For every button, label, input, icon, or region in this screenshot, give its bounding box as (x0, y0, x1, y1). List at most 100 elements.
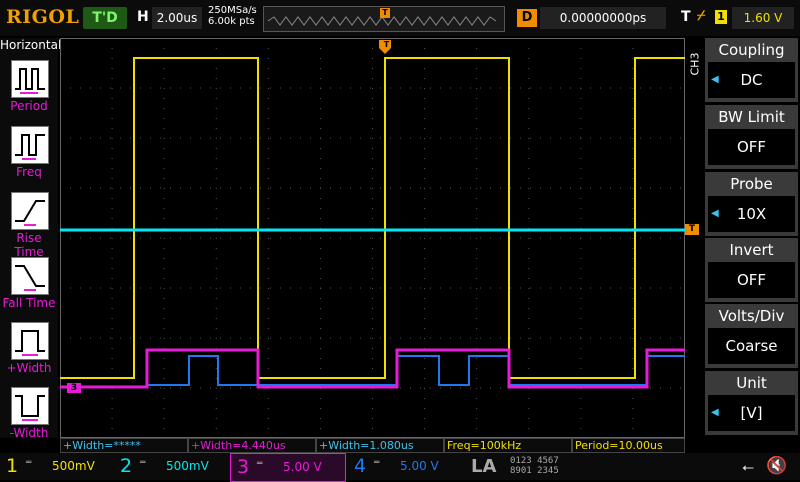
grid-dot (476, 408, 478, 409)
ch3-ground-marker[interactable]: 3 (67, 383, 81, 393)
left-arrow-icon: ◀ (711, 74, 719, 85)
grid-dot (580, 208, 582, 209)
grid-dot (372, 298, 373, 299)
trigger-level-marker[interactable]: T (685, 224, 699, 235)
measurement-result[interactable]: +Width=4.440us (188, 438, 316, 453)
grid-dot (440, 187, 441, 189)
measure-frequency-button[interactable]: Freq (0, 122, 58, 184)
trigger-source-badge[interactable]: 1 (715, 10, 727, 24)
grid-dot (380, 137, 381, 139)
invert-menu-item[interactable]: Invert OFF (705, 238, 798, 302)
measurement-result[interactable]: +Width=1.080us (316, 438, 444, 453)
grid-dot (372, 278, 373, 279)
grid-dot (372, 338, 373, 339)
grid-dot (215, 138, 217, 139)
grid-dot (280, 87, 281, 89)
grid-dot (580, 187, 581, 189)
grid-dot (300, 337, 301, 339)
frequency-label: Freq (16, 165, 42, 179)
grid-dot (267, 428, 269, 429)
grid-dot (450, 287, 451, 289)
measure-negative-width-button[interactable]: -Width (0, 383, 58, 445)
probe-menu-item[interactable]: Probe 10X ◀ (705, 172, 798, 236)
run-state-badge[interactable]: T'D (83, 7, 127, 29)
grid-dot (490, 137, 491, 139)
grid-dot (610, 287, 611, 289)
grid-dot (424, 118, 426, 119)
coupling-menu-item[interactable]: Coupling DC ◀ (705, 38, 798, 102)
measurement-result[interactable]: Period=10.00us (572, 438, 685, 453)
measure-positive-width-button[interactable]: +Width (0, 318, 58, 380)
grid-dot (632, 338, 634, 339)
grid-dot (476, 118, 478, 119)
grid-dot (680, 137, 681, 139)
delay-value[interactable]: 0.00000000ps (540, 7, 666, 29)
grid-dot (590, 237, 591, 239)
grid-dot (280, 137, 281, 139)
trigger-level-value[interactable]: 1.60 V (732, 7, 794, 29)
grid-dot (424, 198, 426, 199)
ch2-number: 2 (120, 455, 133, 477)
ch1-status[interactable]: 1 ═ 500mV (0, 453, 112, 480)
grid-dot (111, 428, 113, 429)
grid-dot (476, 238, 478, 239)
grid-dot (111, 68, 113, 69)
grid-dot (360, 237, 361, 239)
measure-fall-time-button[interactable]: Fall Time (0, 253, 58, 315)
measure-rise-time-button[interactable]: Rise Time (0, 188, 58, 259)
grid-dot (370, 137, 371, 139)
grid-dot (340, 287, 341, 289)
grid-dot (660, 287, 661, 289)
grid-dot (390, 237, 391, 239)
measurement-result[interactable]: Freq=100kHz (444, 438, 572, 453)
grid-dot (476, 318, 478, 319)
grid-dot (632, 398, 634, 399)
measure-period-button[interactable]: Period (0, 56, 58, 118)
grid-dot (476, 208, 478, 209)
grid-dot (650, 337, 651, 339)
grid-dot (240, 337, 241, 339)
grid-dot (400, 137, 401, 139)
volts-div-menu-item[interactable]: Volts/Div Coarse (705, 304, 798, 368)
grid-dot (163, 248, 165, 249)
grid-dot (560, 287, 561, 289)
logic-analyzer-label[interactable]: LA (471, 456, 496, 477)
grid-dot (372, 158, 373, 159)
grid-dot (163, 78, 165, 79)
grid-dot (110, 137, 111, 139)
grid-dot (476, 368, 478, 369)
bw-limit-menu-item[interactable]: BW Limit OFF (705, 105, 798, 169)
grid-dot (370, 337, 371, 339)
grid-dot (215, 368, 217, 369)
invert-value: OFF (708, 262, 795, 298)
waveform-display[interactable] (60, 38, 685, 438)
unit-menu-item[interactable]: Unit [V] ◀ (705, 371, 798, 435)
ch3-status[interactable]: 3 ═ 5.00 V (230, 453, 346, 482)
ch2-status[interactable]: 2 ═ 500mV (114, 453, 226, 480)
grid-dot (200, 137, 201, 139)
grid-dot (440, 87, 441, 89)
grid-dot (528, 258, 530, 259)
speaker-muted-icon[interactable]: 🔇 (766, 456, 787, 476)
grid-dot (163, 368, 165, 369)
grid-dot (632, 238, 634, 239)
grid-dot (372, 118, 373, 119)
grid-dot (632, 308, 634, 309)
memory-overview-bar[interactable]: T (263, 6, 505, 32)
positive-width-icon (11, 322, 49, 360)
grid-dot (620, 87, 621, 89)
grid-dot (540, 137, 541, 139)
grid-dot (70, 287, 71, 289)
dc-coupling-icon: ═ (374, 458, 380, 468)
ch4-status[interactable]: 4 ═ 5.00 V (348, 453, 460, 480)
grid-dot (400, 337, 401, 339)
grid-dot (476, 358, 478, 359)
grid-dot (319, 318, 321, 319)
grid-dot (528, 338, 530, 339)
grid-dot (330, 337, 331, 339)
ch3-scale: 5.00 V (283, 460, 322, 474)
timebase-value[interactable]: 2.00us (152, 7, 202, 29)
grid-dot (163, 68, 165, 69)
grid-dot (450, 187, 451, 189)
measurement-result[interactable]: +Width=***** (60, 438, 188, 453)
